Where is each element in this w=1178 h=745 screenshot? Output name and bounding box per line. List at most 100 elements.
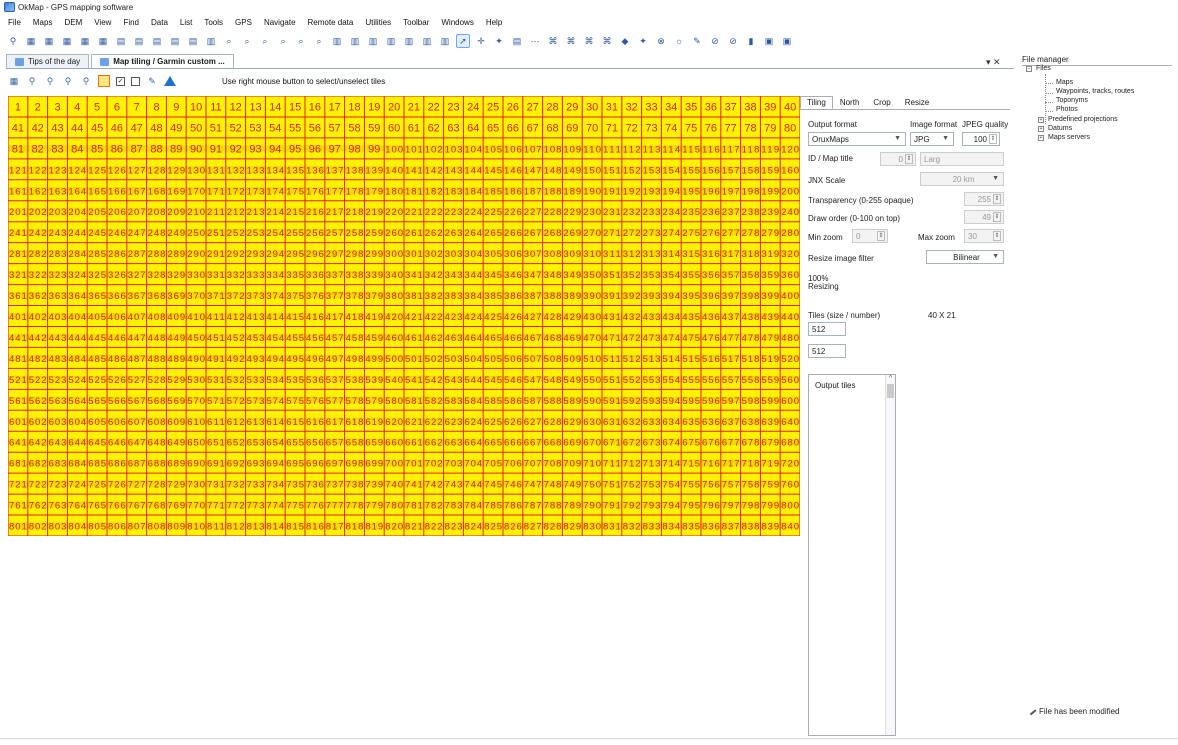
tile-icon[interactable]: ▤ xyxy=(150,34,164,48)
triangle-icon[interactable] xyxy=(164,76,176,86)
tab-resize[interactable]: Resize xyxy=(898,96,936,109)
menu-item-list[interactable]: List xyxy=(180,18,192,27)
zoom-out-icon[interactable]: ⚲ xyxy=(44,75,56,87)
zoom-in-icon[interactable]: ⚲ xyxy=(26,75,38,87)
min-zoom-stepper[interactable]: 0 ⇕ xyxy=(852,229,888,243)
spinner-icon[interactable]: ⇕ xyxy=(877,231,885,241)
menu-item-maps[interactable]: Maps xyxy=(33,18,53,27)
tree-node-maps[interactable]: Maps xyxy=(1056,79,1073,86)
expand-icon[interactable]: + xyxy=(1038,126,1044,132)
menu-item-toolbar[interactable]: Toolbar xyxy=(403,18,429,27)
transparency-stepper[interactable]: 255 ⇕ xyxy=(964,192,1004,206)
list-icon[interactable]: ▥ xyxy=(330,34,344,48)
map-icon[interactable]: ▦ xyxy=(8,75,20,87)
export-icon[interactable]: ▤ xyxy=(132,34,146,48)
draw-icon[interactable]: ⌘ xyxy=(564,34,578,48)
doc-tab-tips[interactable]: Tips of the day xyxy=(6,54,90,68)
tile-grid[interactable]: 1 2 3 4 5 6 7 8 9 10 11 12 13 14 15 16 17 18 19 20 21 22 23 24 2… xyxy=(8,96,800,536)
open-map-icon[interactable]: ▦ xyxy=(24,34,38,48)
menu-item-help[interactable]: Help xyxy=(486,18,502,27)
zoom-prev-icon[interactable]: ⌕ xyxy=(312,34,326,48)
id-stepper[interactable]: 0 ⇕ xyxy=(880,152,916,166)
spinner-icon[interactable]: ⇕ xyxy=(993,212,1001,222)
settings-icon[interactable]: ▣ xyxy=(780,34,794,48)
add-layer-icon[interactable]: ▦ xyxy=(78,34,92,48)
remote-icon[interactable]: ▥ xyxy=(204,34,218,48)
globe-icon[interactable]: ⚲ xyxy=(6,34,20,48)
diamond-icon[interactable]: ◆ xyxy=(618,34,632,48)
measure-icon[interactable]: ▤ xyxy=(510,34,524,48)
menu-item-find[interactable]: Find xyxy=(123,18,139,27)
rotate-icon[interactable]: ⌘ xyxy=(546,34,560,48)
gps-icon[interactable]: ▣ xyxy=(762,34,776,48)
output-format-select[interactable]: OruxMaps ▼ xyxy=(808,132,906,146)
zoom-select-icon[interactable]: ⚲ xyxy=(80,75,92,87)
jpeg-quality-stepper[interactable]: 100 ⇕ xyxy=(962,132,1000,146)
menu-item-utilities[interactable]: Utilities xyxy=(365,18,391,27)
pen-icon[interactable]: ✎ xyxy=(690,34,704,48)
menu-item-data[interactable]: Data xyxy=(151,18,168,27)
zoom-out-icon[interactable]: ⌕ xyxy=(258,34,272,48)
max-zoom-stepper[interactable]: 30 ⇕ xyxy=(964,229,1004,243)
zoom-fit-icon[interactable]: ⚲ xyxy=(62,75,74,87)
zoom-fit-icon[interactable]: ⌕ xyxy=(276,34,290,48)
zoom-window-icon[interactable]: ⌕ xyxy=(294,34,308,48)
move-icon[interactable]: ✦ xyxy=(492,34,506,48)
spinner-icon[interactable]: ⇕ xyxy=(989,134,997,144)
sun-icon[interactable]: ☼ xyxy=(672,34,686,48)
grid-icon[interactable]: ▥ xyxy=(348,34,362,48)
menu-item-dem[interactable]: DEM xyxy=(64,18,82,27)
edit-icon[interactable]: ⌘ xyxy=(582,34,596,48)
tree-node-toponyms[interactable]: Toponyms xyxy=(1056,97,1088,104)
tab-north[interactable]: North xyxy=(833,96,867,109)
resize-filter-select[interactable]: Bilinear ▼ xyxy=(926,250,1004,264)
dem-icon[interactable]: ▥ xyxy=(420,34,434,48)
tab-tiling[interactable]: Tiling xyxy=(800,96,833,109)
expand-icon[interactable]: + xyxy=(1038,135,1044,141)
scrollbar-thumb[interactable] xyxy=(887,384,894,398)
save-icon[interactable]: ▤ xyxy=(186,34,200,48)
doc-tab-map-tiling[interactable]: Map tiling / Garmin custom ... xyxy=(91,54,234,68)
erase-icon[interactable]: ⊘ xyxy=(708,34,722,48)
paint-icon[interactable]: ✎ xyxy=(146,75,158,87)
spinner-icon[interactable]: ⇕ xyxy=(993,194,1001,204)
menu-item-navigate[interactable]: Navigate xyxy=(264,18,296,27)
import-icon[interactable]: ▤ xyxy=(114,34,128,48)
tab-crop[interactable]: Crop xyxy=(866,96,897,109)
output-tiles-scrollbar[interactable]: ^ xyxy=(885,375,895,735)
target-icon[interactable]: ⊗ xyxy=(654,34,668,48)
draw-order-stepper[interactable]: 49 ⇕ xyxy=(964,210,1004,224)
layers-icon[interactable]: ▦ xyxy=(60,34,74,48)
block-icon[interactable]: ⊘ xyxy=(726,34,740,48)
menu-item-view[interactable]: View xyxy=(94,18,111,27)
menu-item-file[interactable]: File xyxy=(8,18,21,27)
tile-width-input[interactable]: 512 xyxy=(808,322,846,336)
path-icon[interactable]: ⋯ xyxy=(528,34,542,48)
track-icon[interactable]: ▥ xyxy=(384,34,398,48)
chevron-up-icon[interactable]: ^ xyxy=(886,375,895,382)
star-icon[interactable]: ✦ xyxy=(636,34,650,48)
menu-item-tools[interactable]: Tools xyxy=(204,18,223,27)
tile-height-input[interactable]: 512 xyxy=(808,344,846,358)
spinner-icon[interactable]: ⇕ xyxy=(905,154,913,164)
merge-icon[interactable]: ▦ xyxy=(96,34,110,48)
menu-item-remote-data[interactable]: Remote data xyxy=(308,18,354,27)
waypoint-icon[interactable]: ▥ xyxy=(366,34,380,48)
tree-node-waypoints[interactable]: Waypoints, tracks, routes xyxy=(1056,88,1134,95)
curve-icon[interactable]: ⌘ xyxy=(600,34,614,48)
calibrate-icon[interactable]: ▦ xyxy=(42,34,56,48)
output-tiles-list[interactable]: Output tiles ^ xyxy=(808,374,896,736)
menu-item-gps[interactable]: GPS xyxy=(235,18,252,27)
layout-icon[interactable]: ▥ xyxy=(438,34,452,48)
tree-node-maps-servers[interactable]: + Maps servers xyxy=(1038,134,1090,141)
image-format-select[interactable]: JPG ▼ xyxy=(910,132,954,146)
tree-node-projections[interactable]: + Predefined projections xyxy=(1038,116,1118,123)
tabs-controls[interactable]: ▾ ✕ xyxy=(986,57,1001,68)
print-icon[interactable]: ▤ xyxy=(168,34,182,48)
grid-select-icon[interactable] xyxy=(98,75,110,87)
spinner-icon[interactable]: ⇕ xyxy=(993,231,1001,241)
select-icon[interactable]: ➚ xyxy=(456,34,470,48)
tree-node-files[interactable]: − Files xyxy=(1026,65,1051,72)
uncheck-all-icon[interactable] xyxy=(131,76,140,86)
menu-item-windows[interactable]: Windows xyxy=(441,18,473,27)
